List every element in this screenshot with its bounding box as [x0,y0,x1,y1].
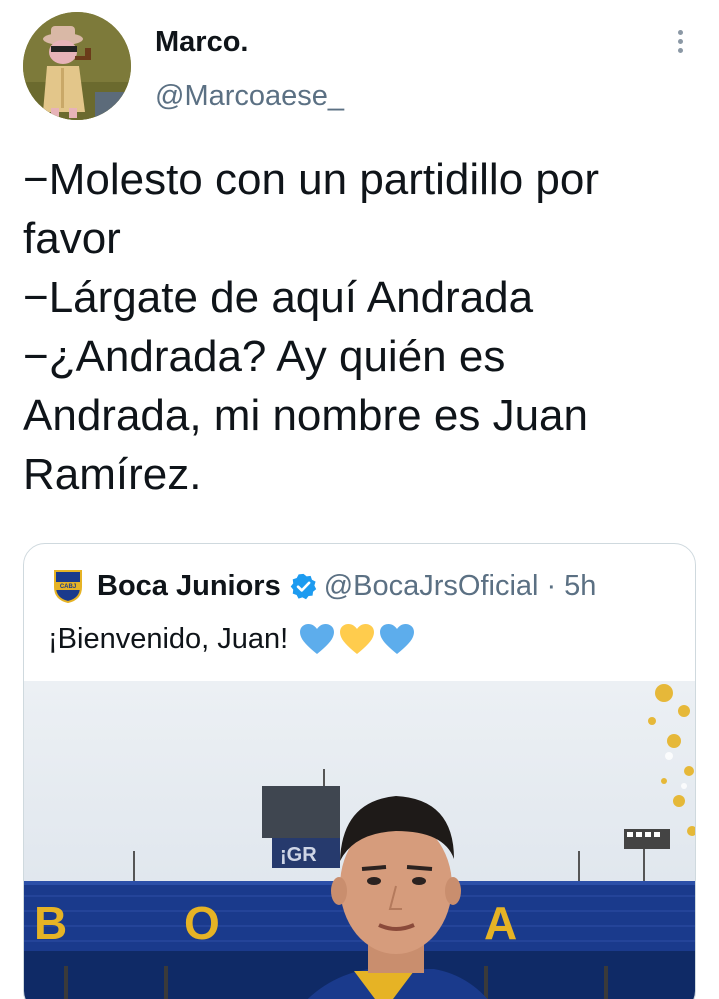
scoreboard-text: ¡GR [280,844,317,866]
tweet-line: Andrada, mi nombre es Juan [23,391,588,440]
tweet-header: Marco. @Marcoaese_ [23,12,703,122]
quoted-tweet-header: CABJ Boca Juniors @BocaJrsOficial · 5h [53,568,596,604]
quoted-tweet-image[interactable]: ¡GR B O A [24,681,695,999]
quoted-timestamp[interactable]: 5h [564,570,596,603]
tweet-line: favor [23,214,121,263]
boca-juniors-crest-icon: CABJ [54,570,82,603]
tweet-text: −Molesto con un partidillo por favor −Lá… [23,150,693,504]
tweet-line: −¿Andrada? Ay quién es [23,332,506,381]
quoted-author-handle[interactable]: @BocaJrsOficial [324,570,539,603]
tweet-line: −Molesto con un partidillo por [23,155,599,204]
separator-dot: · [546,569,557,602]
quoted-tweet-text: ¡Bienvenido, Juan! [48,622,418,656]
more-options-icon[interactable] [669,30,691,60]
crest-text: CABJ [60,584,76,590]
tweet-line: −Lárgate de aquí Andrada [23,273,534,322]
yellow-heart-icon [340,624,375,654]
avatar[interactable] [23,12,131,120]
quoted-author-name[interactable]: Boca Juniors [97,570,281,603]
blue-heart-icon [380,624,415,654]
quoted-tweet-card[interactable]: CABJ Boca Juniors @BocaJrsOficial · 5h ¡… [23,543,696,999]
stand-letter: B [34,897,67,949]
stand-letter: A [484,897,517,949]
tweet-line: Ramírez. [23,450,202,499]
stand-letter: O [184,897,220,949]
blue-heart-icon [300,624,335,654]
quoted-text-label: ¡Bienvenido, Juan! [48,622,289,655]
verified-badge-icon [290,573,316,599]
author-handle[interactable]: @Marcoaese_ [155,80,344,113]
author-name[interactable]: Marco. [155,26,248,59]
